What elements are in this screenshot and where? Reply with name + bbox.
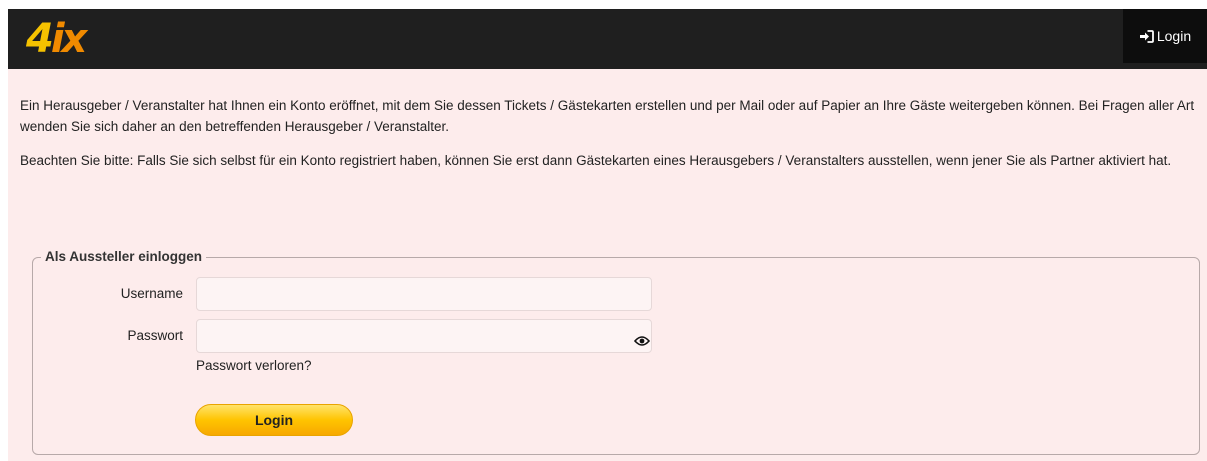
login-fieldset: Als Aussteller einloggen Username Passwo… — [32, 249, 1200, 455]
sign-in-icon — [1139, 29, 1154, 43]
logo-text: 4ix — [26, 16, 87, 62]
password-input[interactable] — [196, 319, 652, 353]
username-input[interactable] — [196, 277, 652, 311]
forgot-password-link[interactable]: Passwort verloren? — [196, 358, 312, 373]
intro-paragraph-2: Beachten Sie bitte: Falls Sie sich selbs… — [20, 153, 1172, 168]
username-label: Username — [120, 286, 183, 301]
login-nav-link[interactable]: Login — [1123, 9, 1207, 63]
login-nav-label: Login — [1156, 28, 1192, 44]
fieldset-legend: Als Aussteller einloggen — [41, 249, 207, 264]
password-label: Passwort — [127, 328, 183, 343]
login-submit-button[interactable]: Login — [195, 404, 353, 436]
logo[interactable]: 4ix — [26, 15, 87, 63]
page: 4ix Login Ein Herausgeber / Veranstalter… — [8, 9, 1207, 461]
top-navbar: 4ix Login — [8, 9, 1207, 69]
intro-paragraph-1: Ein Herausgeber / Veranstalter hat Ihnen… — [20, 98, 1195, 134]
eye-icon[interactable] — [634, 335, 650, 347]
intro-text: Ein Herausgeber / Veranstalter hat Ihnen… — [20, 95, 1195, 184]
